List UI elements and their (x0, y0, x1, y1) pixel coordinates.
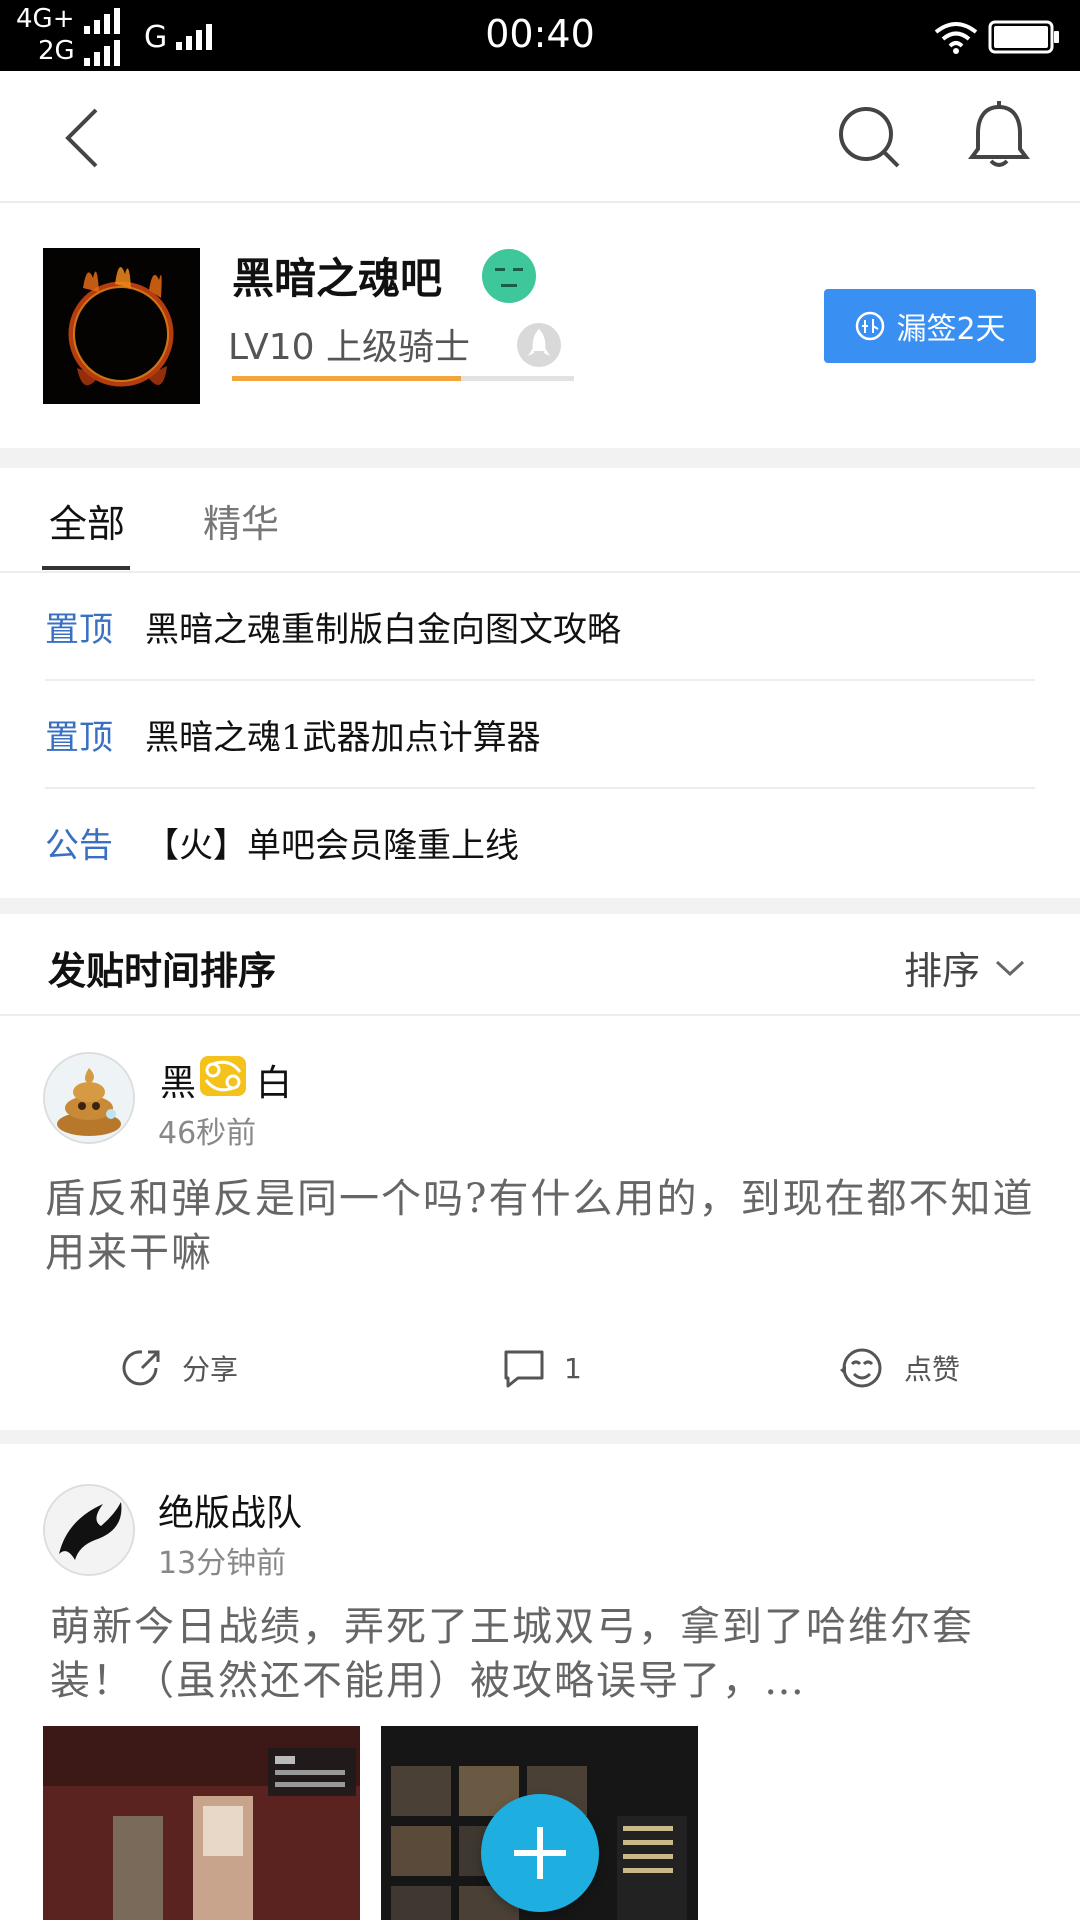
fairy-tail-logo-icon (45, 1486, 133, 1574)
makeup-sign-icon (856, 311, 885, 341)
comment-icon (504, 1350, 544, 1388)
announcement-tag: 公告 (45, 825, 113, 866)
pinned-row[interactable]: 置顶 黑暗之魂1武器加点计算器 (45, 680, 1035, 788)
announcement-title: 【火】单吧会员隆重上线 (145, 825, 519, 866)
status-time: 00:40 (485, 12, 595, 56)
comment-count: 1 (564, 1351, 582, 1385)
sort-button[interactable]: 排序 (904, 940, 1026, 995)
share-icon (122, 1350, 160, 1386)
sign-in-label: 漏签2天 (896, 312, 1006, 347)
comment-button[interactable]: 1 (502, 1346, 582, 1390)
pinned-tag: 置顶 (45, 717, 113, 758)
tab-indicator (42, 566, 130, 570)
pinned-title: 黑暗之魂重制版白金向图文攻略 (145, 609, 621, 650)
share-label: 分享 (182, 1353, 239, 1386)
status-bar: 4G+ 2G G 00:40 (0, 0, 1080, 71)
pinned-tag: 置顶 (45, 609, 113, 650)
screen: 4G+ 2G G 00:40 黑暗之魂吧 LV10 上级骑士 漏签2天 全部 精… (0, 0, 1080, 1920)
pinned-row[interactable]: 置顶 黑暗之魂重制版白金向图文攻略 (45, 572, 1035, 680)
post-author[interactable]: 绝版战队 (158, 1484, 302, 1536)
sort-label: 排序 (904, 949, 981, 993)
section-gap (0, 1430, 1080, 1444)
forum-avatar[interactable] (43, 248, 200, 404)
chevron-down-icon (995, 960, 1025, 976)
post-author-first[interactable]: 黑 (160, 1054, 196, 1106)
back-icon[interactable] (62, 106, 102, 170)
cancer-zodiac-icon (200, 1056, 246, 1096)
poop-avatar-icon (45, 1054, 133, 1142)
post-body[interactable]: 萌新今日战绩，弄死了王城双弓，拿到了哈维尔套装！（虽然还不能用）被攻略误导了，… (50, 1600, 1035, 1708)
avatar[interactable] (43, 1052, 135, 1144)
like-icon (840, 1348, 882, 1388)
game-screenshot-image (43, 1726, 360, 1920)
forum-name: 黑暗之魂吧 (232, 254, 443, 303)
tab-all[interactable]: 全部 (49, 493, 125, 548)
bell-icon[interactable] (966, 101, 1032, 171)
mood-face-icon (482, 249, 536, 303)
level-label: LV10 上级骑士 (228, 327, 470, 368)
sign-in-button[interactable]: 漏签2天 (824, 289, 1036, 363)
darksign-logo (43, 248, 200, 404)
post-body[interactable]: 盾反和弹反是同一个吗?有什么用的，到现在都不知道用来干嘛 (45, 1172, 1040, 1280)
top-nav (0, 71, 1080, 203)
level-progress-fill (232, 376, 462, 381)
like-button[interactable]: 点赞 (838, 1346, 960, 1390)
avatar[interactable] (43, 1484, 135, 1576)
level-progress-bar (232, 376, 574, 381)
battery-icon (988, 20, 1059, 54)
search-icon[interactable] (836, 104, 902, 170)
rocket-badge-icon (517, 323, 561, 367)
announcement-row[interactable]: 公告 【火】单吧会员隆重上线 (45, 788, 1035, 896)
sort-title: 发贴时间排序 (48, 949, 277, 993)
pinned-title: 黑暗之魂1武器加点计算器 (145, 717, 541, 758)
new-post-button[interactable] (481, 1794, 599, 1912)
plus-icon (514, 1827, 566, 1879)
wifi-icon (934, 22, 978, 54)
divider (0, 1014, 1080, 1016)
section-gap (0, 898, 1080, 914)
share-button[interactable]: 分享 (120, 1346, 238, 1390)
post-time: 13分钟前 (158, 1546, 287, 1581)
like-label: 点赞 (904, 1353, 961, 1386)
tab-featured[interactable]: 精华 (203, 493, 279, 548)
post-time: 46秒前 (158, 1116, 257, 1151)
section-gap (0, 448, 1080, 468)
post-image[interactable] (43, 1726, 360, 1920)
post-author-second[interactable]: 白 (256, 1054, 292, 1106)
